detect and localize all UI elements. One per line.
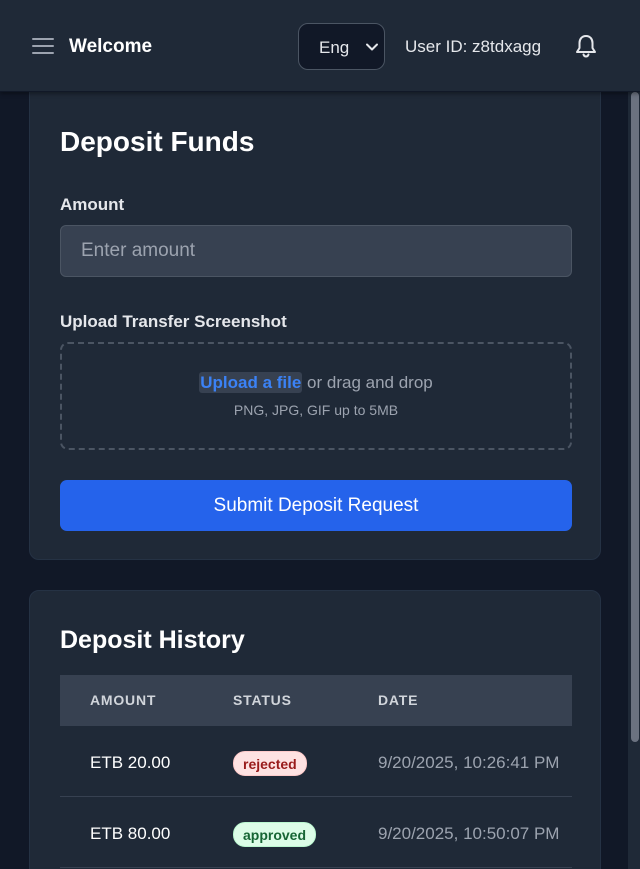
column-header-amount: AMOUNT: [90, 692, 157, 708]
row-date: 9/20/2025, 10:50:07 PM: [378, 824, 560, 843]
row-date: 9/20/2025, 10:26:41 PM: [378, 753, 560, 772]
scrollbar-thumb[interactable]: [631, 92, 639, 742]
deposit-title: Deposit Funds: [60, 126, 255, 157]
amount-label: Amount: [60, 195, 125, 214]
history-table: AMOUNT STATUS DATE ETB 20.00 rejected 9/…: [60, 675, 572, 868]
table-row: ETB 20.00 rejected 9/20/2025, 10:26:41 P…: [60, 726, 572, 797]
table-row: ETB 80.00 approved 9/20/2025, 10:50:07 P…: [60, 797, 572, 868]
table-header: AMOUNT STATUS DATE: [60, 675, 572, 726]
row-amount: ETB 20.00: [90, 753, 171, 772]
submit-deposit-button[interactable]: Submit Deposit Request: [60, 480, 572, 531]
file-type-hint: PNG, JPG, GIF up to 5MB: [233, 402, 399, 418]
file-dropzone[interactable]: Upload a file or drag and drop PNG, JPG,…: [60, 342, 572, 450]
drag-drop-text: or drag and drop: [307, 373, 433, 392]
amount-input[interactable]: [60, 225, 572, 277]
status-badge: approved: [233, 822, 317, 847]
language-select[interactable]: Eng: [298, 23, 385, 70]
deposit-history-card: Deposit History AMOUNT STATUS DATE ETB 2…: [29, 590, 601, 869]
row-amount: ETB 80.00: [90, 824, 171, 843]
upload-file-link[interactable]: Upload a file: [199, 372, 303, 393]
history-title: Deposit History: [60, 626, 245, 654]
header-title: Welcome: [69, 36, 153, 57]
top-header: Welcome Eng User ID: z8tdxagg: [0, 0, 640, 92]
hamburger-menu-icon[interactable]: [32, 36, 56, 56]
column-header-status: STATUS: [233, 692, 292, 708]
dropzone-text: Upload a file or drag and drop: [62, 372, 570, 393]
upload-label: Upload Transfer Screenshot: [60, 312, 287, 331]
status-badge: rejected: [233, 751, 307, 776]
language-value: Eng: [319, 38, 350, 57]
chevron-down-icon: [366, 43, 378, 51]
column-header-date: DATE: [378, 692, 419, 708]
bell-icon[interactable]: [572, 32, 600, 60]
deposit-funds-card: Deposit Funds Amount Upload Transfer Scr…: [29, 82, 601, 560]
user-id-label: User ID: z8tdxagg: [405, 37, 542, 56]
